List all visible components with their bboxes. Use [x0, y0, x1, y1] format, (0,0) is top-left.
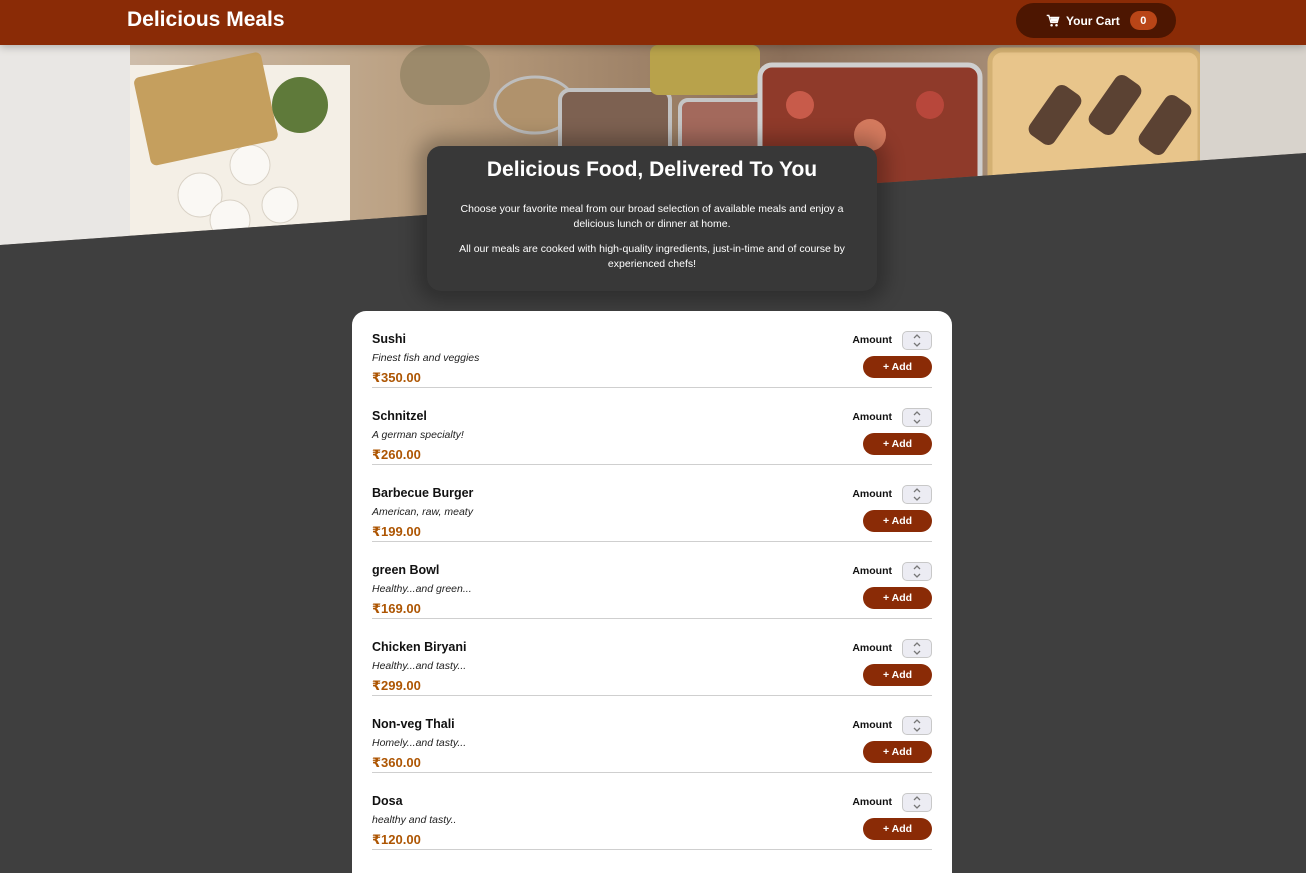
add-button[interactable]: + Add — [863, 741, 932, 763]
amount-label: Amount — [852, 642, 892, 654]
stepper-arrows-icon — [913, 565, 921, 578]
meal-name: Non-veg Thali — [372, 717, 455, 731]
meal-item: green Bowl Healthy...and green... ₹169.0… — [372, 542, 932, 619]
cart-button[interactable]: Your Cart 0 — [1016, 3, 1176, 38]
amount-stepper[interactable] — [902, 716, 932, 735]
app-header: Delicious Meals Your Cart 0 — [0, 0, 1306, 45]
add-button[interactable]: + Add — [863, 587, 932, 609]
meal-description: Homely...and tasty... — [372, 737, 467, 749]
meal-name: green Bowl — [372, 563, 440, 577]
meal-description: Healthy...and tasty... — [372, 660, 467, 672]
meal-item: Barbecue Burger American, raw, meaty ₹19… — [372, 465, 932, 542]
stepper-arrows-icon — [913, 642, 921, 655]
summary-title: Delicious Food, Delivered To You — [486, 158, 818, 181]
amount-label: Amount — [852, 488, 892, 500]
summary-card: Delicious Food, Delivered To You Choose … — [427, 146, 877, 291]
amount-label: Amount — [852, 411, 892, 423]
stepper-arrows-icon — [913, 488, 921, 501]
meal-item: Schnitzel A german specialty! ₹260.00 Am… — [372, 388, 932, 465]
app-title: Delicious Meals — [127, 8, 285, 31]
meal-price: ₹169.00 — [372, 601, 421, 616]
stepper-arrows-icon — [913, 334, 921, 347]
meal-description: American, raw, meaty — [372, 506, 473, 518]
amount-stepper[interactable] — [902, 793, 932, 812]
amount-label: Amount — [852, 565, 892, 577]
meal-item: Sushi Finest fish and veggies ₹350.00 Am… — [372, 311, 932, 388]
meal-name: Chicken Biryani — [372, 640, 467, 654]
meal-name: Dosa — [372, 794, 403, 808]
amount-label: Amount — [852, 719, 892, 731]
amount-stepper[interactable] — [902, 562, 932, 581]
cart-label: Your Cart — [1066, 13, 1120, 28]
amount-label: Amount — [852, 334, 892, 346]
meal-description: A german specialty! — [372, 429, 464, 441]
meal-description: Finest fish and veggies — [372, 352, 480, 364]
amount-label: Amount — [852, 796, 892, 808]
meal-name: Sushi — [372, 332, 407, 346]
amount-stepper[interactable] — [902, 639, 932, 658]
meals-card: Sushi Finest fish and veggies ₹350.00 Am… — [352, 311, 952, 873]
cart-count-badge: 0 — [1129, 11, 1157, 30]
add-button[interactable]: + Add — [863, 510, 932, 532]
amount-stepper[interactable] — [902, 485, 932, 504]
stepper-arrows-icon — [913, 411, 921, 424]
meal-price: ₹360.00 — [372, 755, 421, 770]
stepper-arrows-icon — [913, 796, 921, 809]
meal-description: healthy and tasty.. — [372, 814, 457, 826]
meal-name: Schnitzel — [372, 409, 427, 423]
meal-item: Non-veg Thali Homely...and tasty... ₹360… — [372, 696, 932, 773]
meal-item: Chicken Biryani Healthy...and tasty... ₹… — [372, 619, 932, 696]
meal-description: Healthy...and green... — [372, 583, 472, 595]
meal-price: ₹299.00 — [372, 678, 421, 693]
add-button[interactable]: + Add — [863, 433, 932, 455]
stepper-arrows-icon — [913, 719, 921, 732]
amount-stepper[interactable] — [902, 331, 932, 350]
meal-price: ₹199.00 — [372, 524, 421, 539]
meal-price: ₹350.00 — [372, 370, 421, 385]
summary-paragraph: All our meals are cooked with high-quali… — [459, 243, 845, 270]
meal-price: ₹260.00 — [372, 447, 421, 462]
add-button[interactable]: + Add — [863, 818, 932, 840]
meal-name: Barbecue Burger — [372, 486, 474, 500]
add-button[interactable]: + Add — [863, 356, 932, 378]
cart-icon — [1046, 14, 1060, 28]
meal-price: ₹120.00 — [372, 832, 421, 847]
summary-paragraph: Choose your favorite meal from our broad… — [460, 203, 844, 230]
meal-item: Dosa healthy and tasty.. ₹120.00 Amount … — [372, 773, 932, 850]
add-button[interactable]: + Add — [863, 664, 932, 686]
amount-stepper[interactable] — [902, 408, 932, 427]
